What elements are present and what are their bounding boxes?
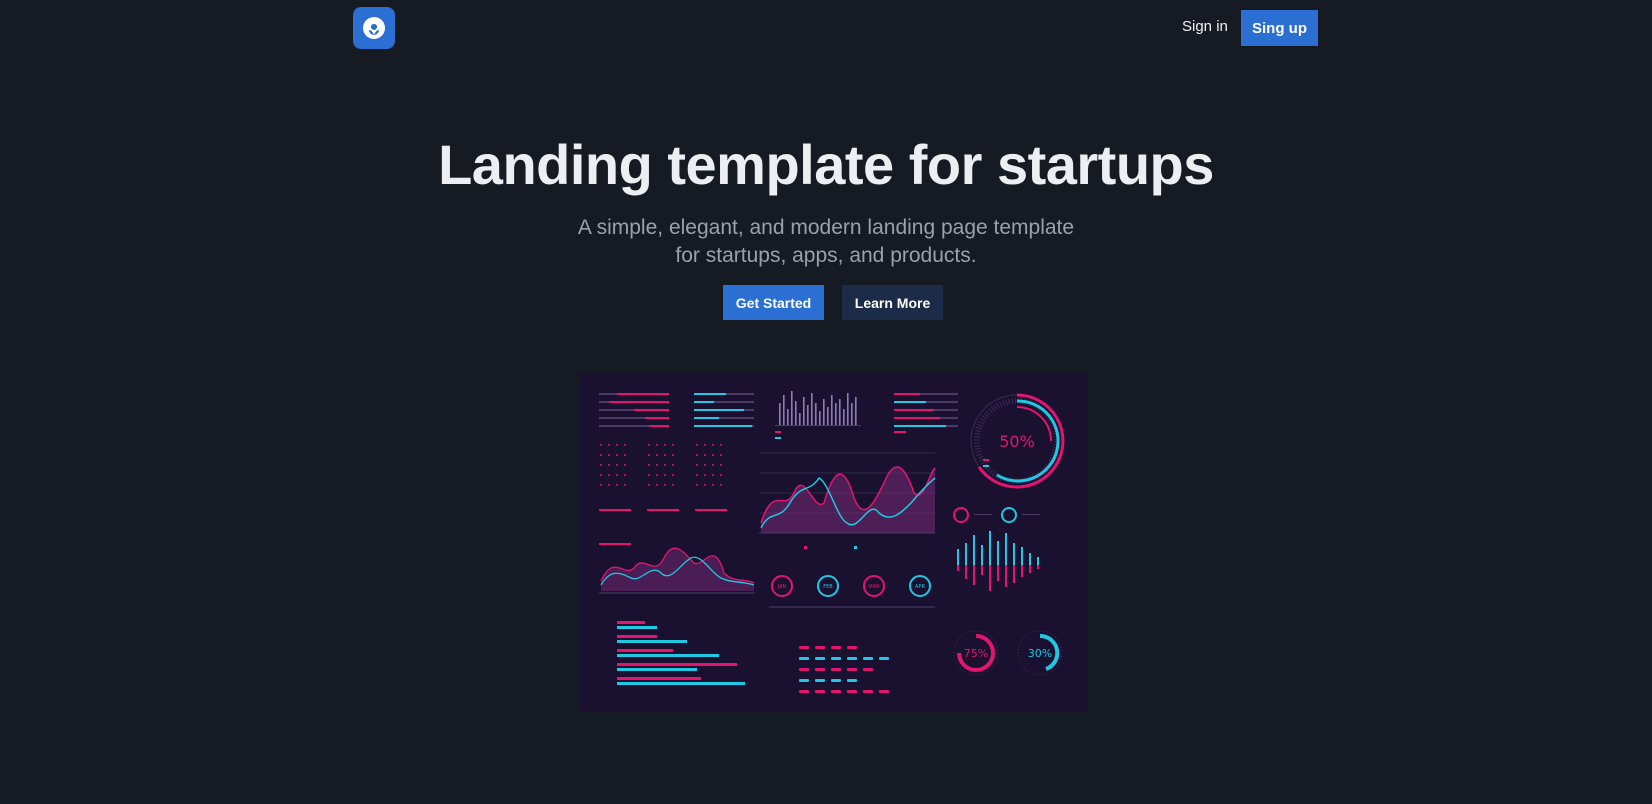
- gauge-top: 50%: [970, 393, 1065, 489]
- pin-apr-label: APR: [915, 584, 925, 590]
- bottom-left-bars: [617, 621, 745, 685]
- main-area-chart: [759, 452, 936, 549]
- top-left-bars: [599, 393, 754, 427]
- top-mid-bars: [894, 393, 958, 433]
- pin-jan-label: JAN: [777, 584, 787, 590]
- gauge-left-value: 75%: [964, 647, 988, 660]
- learn-more-button[interactable]: Learn More: [842, 285, 943, 320]
- gauge-right: 30%: [1017, 630, 1063, 676]
- get-started-button[interactable]: Get Started: [723, 285, 824, 320]
- signin-link[interactable]: Sign in: [1182, 18, 1228, 35]
- dashboard-graphic: 50% JAN FEB MAR APR 75% 30%: [599, 391, 1065, 693]
- gauge-right-value: 30%: [1028, 647, 1052, 660]
- signup-button[interactable]: Sing up: [1241, 10, 1318, 46]
- small-gauges: [953, 507, 1040, 523]
- logo[interactable]: [353, 7, 395, 49]
- hero-subtitle: A simple, elegant, and modern landing pa…: [577, 216, 1075, 267]
- map-pins: JAN FEB MAR APR: [769, 575, 935, 608]
- left-wave-chart: [599, 543, 755, 594]
- spike-bars: [957, 531, 1039, 591]
- leaf-logo-icon: [363, 17, 385, 39]
- dashed-rows: [799, 646, 889, 693]
- dot-grid: [599, 444, 727, 511]
- gauge-top-value: 50%: [999, 432, 1035, 451]
- gauge-left: 75%: [953, 630, 999, 676]
- top-histogram: [775, 391, 861, 439]
- dashboard-illustration: 50% JAN FEB MAR APR 75% 30%: [579, 373, 1087, 711]
- hero-title: Landing template for startups: [438, 133, 1214, 196]
- pin-feb-label: FEB: [823, 584, 833, 590]
- pin-mar-label: MAR: [868, 584, 880, 590]
